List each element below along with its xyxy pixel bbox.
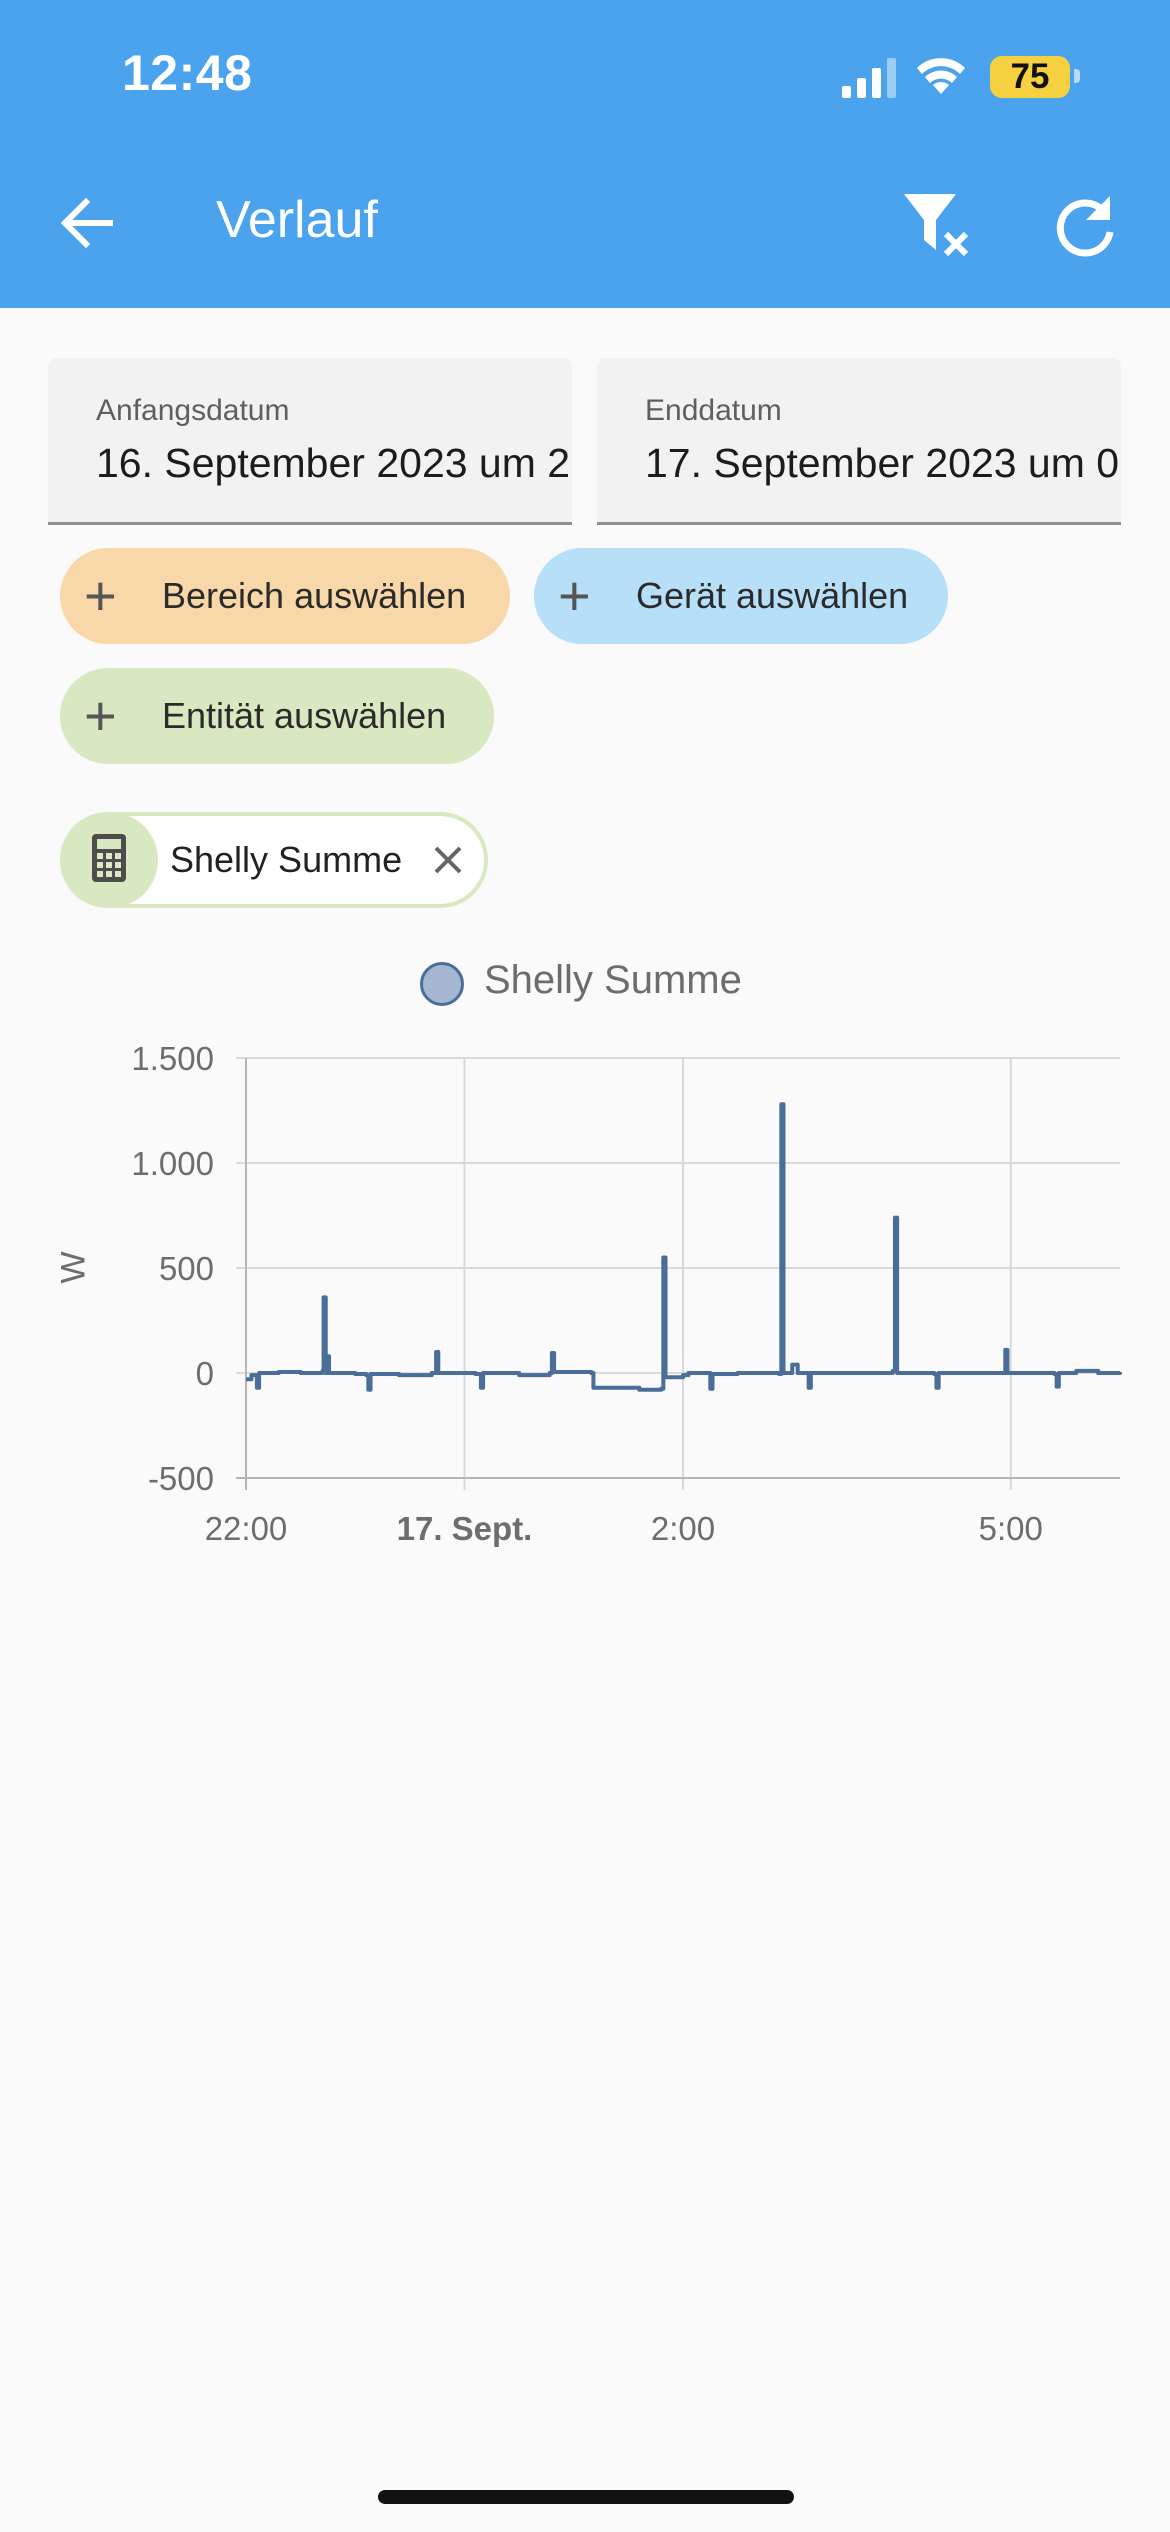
y-tick-label: 1.000 — [131, 1145, 214, 1182]
x-tick-label: 17. Sept. — [397, 1510, 533, 1547]
end-date-value: 17. September 2023 um 06:00 — [645, 440, 1121, 486]
start-date-value: 16. September 2023 um 22:00 — [96, 440, 572, 486]
filter-remove-icon[interactable] — [902, 190, 982, 262]
select-area-chip[interactable]: + Bereich auswählen — [60, 548, 510, 644]
battery-indicator: 75 — [990, 56, 1070, 98]
legend-series-dot[interactable] — [420, 962, 464, 1006]
refresh-icon[interactable] — [1050, 192, 1120, 262]
remove-entity-icon[interactable] — [426, 838, 470, 882]
select-entity-label: Entität auswählen — [162, 695, 447, 736]
select-area-label: Bereich auswählen — [162, 575, 467, 616]
y-tick-label: 0 — [196, 1355, 214, 1392]
plus-icon: + — [84, 684, 117, 747]
status-time: 12:48 — [122, 45, 253, 101]
page-title: Verlauf — [216, 191, 378, 249]
select-device-chip[interactable]: + Gerät auswählen — [534, 548, 948, 644]
plus-icon: + — [558, 564, 591, 627]
wifi-icon — [917, 58, 965, 94]
selected-entity-label: Shelly Summe — [170, 839, 403, 880]
legend-series-label[interactable]: Shelly Summe — [484, 958, 742, 1003]
battery-cap — [1074, 69, 1080, 83]
end-date-label: Enddatum — [645, 394, 782, 427]
x-tick-label: 5:00 — [979, 1510, 1043, 1547]
end-date-field[interactable]: Enddatum 17. September 2023 um 06:00 — [597, 358, 1121, 525]
y-tick-label: 500 — [159, 1250, 214, 1287]
start-date-field[interactable]: Anfangsdatum 16. September 2023 um 22:00 — [48, 358, 572, 525]
history-chart[interactable]: 1.500 1.000 500 0 -500 22:00 17. Sept. 2:00 5:00 — [0, 1030, 1170, 1590]
plus-icon: + — [84, 564, 117, 627]
x-tick-label: 2:00 — [651, 1510, 715, 1547]
home-indicator — [378, 2490, 794, 2504]
app-header: 12:48 75 Verlauf — [0, 0, 1170, 308]
back-arrow-icon[interactable] — [52, 188, 122, 258]
calculator-icon — [92, 834, 126, 882]
x-tick-label: 22:00 — [205, 1510, 288, 1547]
cellular-signal-icon — [842, 58, 896, 98]
y-tick-label: 1.500 — [131, 1040, 214, 1077]
start-date-label: Anfangsdatum — [96, 394, 290, 427]
selected-entity-chip[interactable]: Shelly Summe — [60, 812, 488, 908]
select-device-label: Gerät auswählen — [636, 575, 909, 616]
select-entity-chip[interactable]: + Entität auswählen — [60, 668, 494, 764]
y-tick-label: -500 — [148, 1460, 214, 1497]
calculator-avatar — [60, 812, 158, 908]
